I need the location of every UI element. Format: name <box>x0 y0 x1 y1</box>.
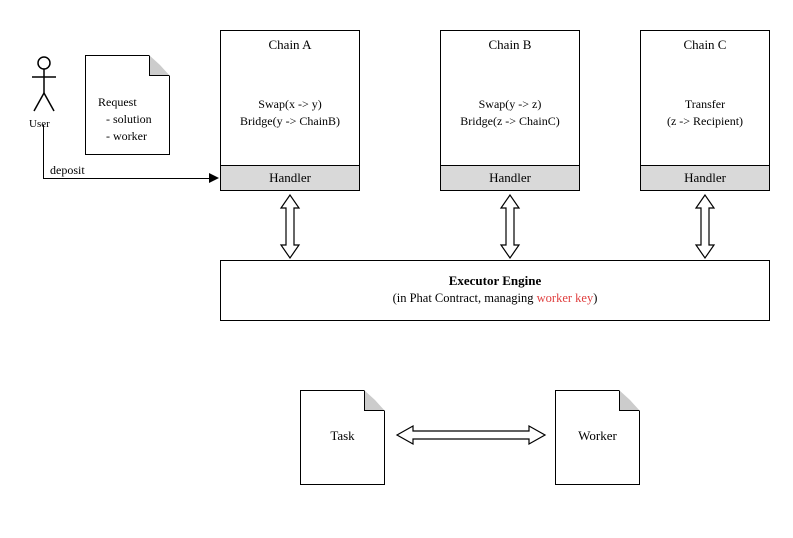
chain-b-body: Swap(y -> z) Bridge(z -> ChainC) <box>441 60 579 165</box>
document-fold-icon <box>364 391 384 411</box>
chain-a-line2: Bridge(y -> ChainB) <box>240 113 340 130</box>
document-fold-icon <box>619 391 639 411</box>
executor-subtitle: (in Phat Contract, managing worker key) <box>221 291 769 306</box>
request-title: Request <box>98 94 152 111</box>
worker-document: Worker <box>555 390 640 485</box>
request-text: Request - solution - worker <box>98 94 152 144</box>
executor-title: Executor Engine <box>221 273 769 289</box>
chain-c-box: Chain C Transfer (z -> Recipient) Handle… <box>640 30 770 191</box>
double-arrow-chain-c <box>693 193 717 260</box>
chain-a-line1: Swap(x -> y) <box>258 96 321 113</box>
chain-a-body: Swap(x -> y) Bridge(y -> ChainB) <box>221 60 359 165</box>
task-document: Task <box>300 390 385 485</box>
user-label: User <box>29 118 50 130</box>
chain-c-body: Transfer (z -> Recipient) <box>641 60 769 165</box>
double-arrow-chain-b <box>498 193 522 260</box>
chain-a-handler: Handler <box>221 165 359 190</box>
document-fold-icon <box>149 56 169 76</box>
double-arrow-chain-a <box>278 193 302 260</box>
user-figure <box>30 55 58 115</box>
deposit-arrow: deposit <box>43 170 220 200</box>
chain-b-line1: Swap(y -> z) <box>479 96 542 113</box>
chain-c-handler: Handler <box>641 165 769 190</box>
chain-c-title: Chain C <box>641 31 769 60</box>
request-item-worker: - worker <box>106 128 152 145</box>
chain-b-handler: Handler <box>441 165 579 190</box>
double-arrow-task-worker <box>395 423 547 447</box>
worker-label: Worker <box>578 428 617 444</box>
task-label: Task <box>330 428 354 444</box>
chain-a-title: Chain A <box>221 31 359 60</box>
chain-b-line2: Bridge(z -> ChainC) <box>460 113 559 130</box>
chain-b-title: Chain B <box>441 31 579 60</box>
chain-a-box: Chain A Swap(x -> y) Bridge(y -> ChainB)… <box>220 30 360 191</box>
request-document: Request - solution - worker <box>85 55 170 155</box>
executor-engine-box: Executor Engine (in Phat Contract, manag… <box>220 260 770 321</box>
request-item-solution: - solution <box>106 111 152 128</box>
executor-worker-key: worker key <box>537 291 594 305</box>
chain-c-line1: Transfer <box>685 96 725 113</box>
deposit-label: deposit <box>50 163 85 178</box>
chain-b-box: Chain B Swap(y -> z) Bridge(z -> ChainC)… <box>440 30 580 191</box>
chain-c-line2: (z -> Recipient) <box>667 113 743 130</box>
